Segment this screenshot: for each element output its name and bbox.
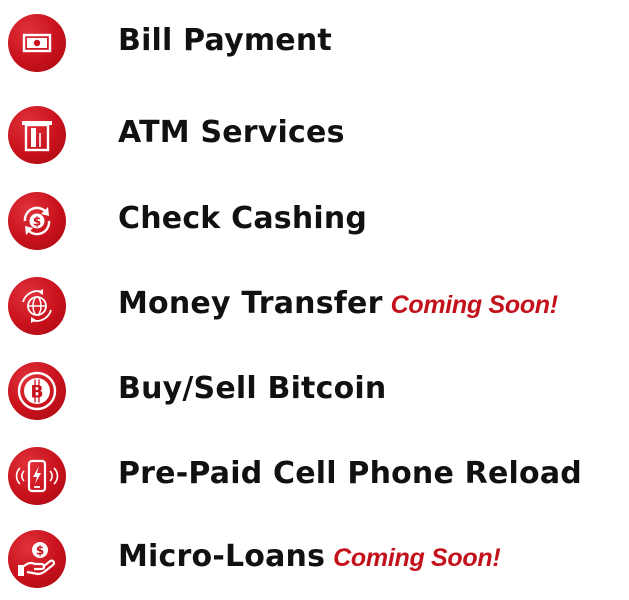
service-item-micro-loans: $ Micro-Loans Coming Soon! — [0, 530, 629, 600]
service-label: Micro-Loans — [118, 539, 326, 574]
globe-transfer-icon — [8, 277, 66, 335]
hand-coin-icon: $ — [8, 530, 66, 588]
service-item-buy-sell-bitcoin: B Buy/Sell Bitcoin — [0, 362, 629, 432]
service-item-atm-services: ATM Services — [0, 106, 629, 176]
service-label: Money Transfer — [118, 286, 383, 321]
service-label: Buy/Sell Bitcoin — [118, 371, 387, 406]
dollar-exchange-icon: $ — [8, 192, 66, 250]
services-list: Bill Payment ATM Services $ Check Cashin… — [0, 0, 629, 593]
service-item-bill-payment: Bill Payment — [0, 14, 629, 84]
atm-icon — [8, 106, 66, 164]
bitcoin-icon: B — [8, 362, 66, 420]
svg-text:$: $ — [36, 544, 44, 558]
service-item-phone-reload: Pre-Paid Cell Phone Reload — [0, 447, 629, 517]
service-label: ATM Services — [118, 115, 345, 150]
svg-text:$: $ — [33, 215, 41, 229]
phone-reload-icon — [8, 447, 66, 505]
cash-bill-icon — [8, 14, 66, 72]
service-item-money-transfer: Money Transfer Coming Soon! — [0, 277, 629, 347]
coming-soon-badge: Coming Soon! — [333, 544, 501, 572]
service-label: Bill Payment — [118, 23, 332, 58]
svg-text:B: B — [31, 383, 44, 403]
service-label: Check Cashing — [118, 201, 368, 236]
service-item-check-cashing: $ Check Cashing — [0, 192, 629, 262]
coming-soon-badge: Coming Soon! — [390, 291, 559, 319]
service-label: Pre-Paid Cell Phone Reload — [118, 456, 582, 491]
